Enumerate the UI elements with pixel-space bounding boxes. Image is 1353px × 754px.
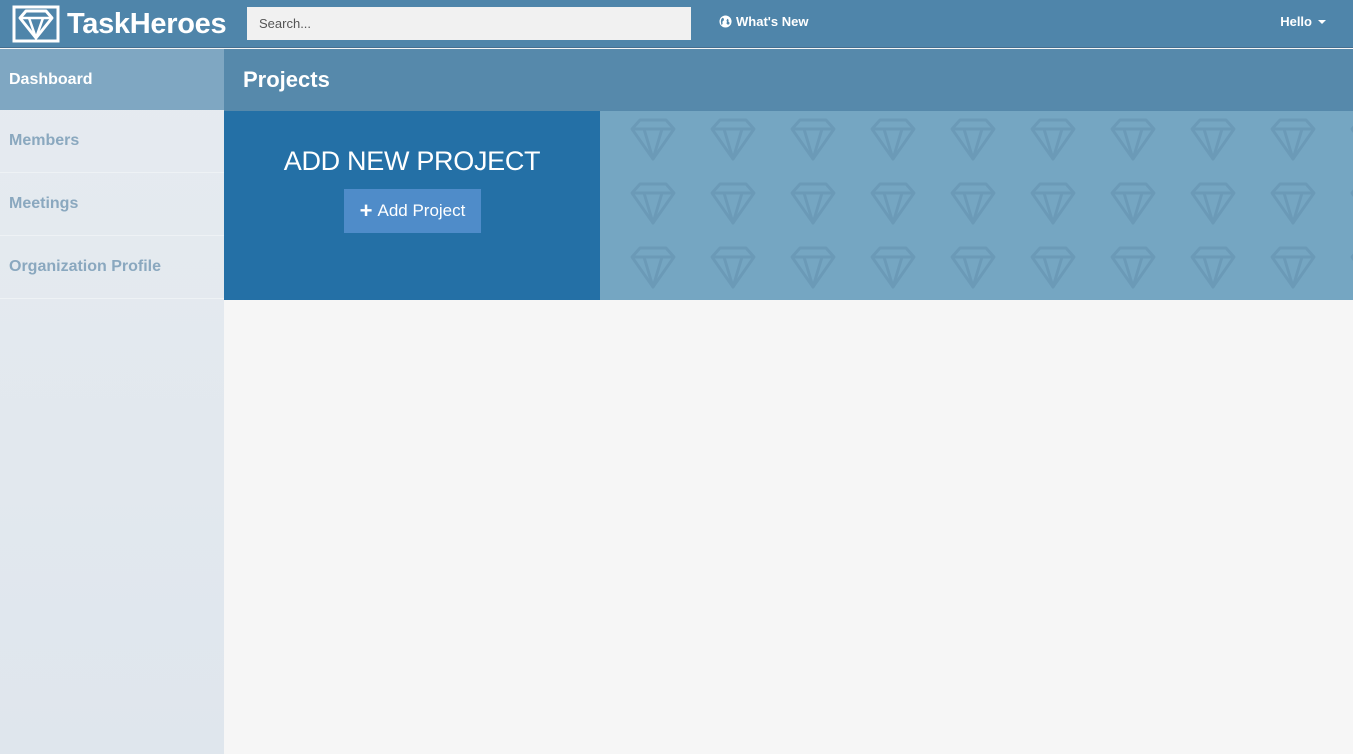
user-menu-dropdown[interactable]: Hello bbox=[1280, 14, 1326, 29]
content-header: Projects bbox=[224, 49, 1353, 111]
sidebar-item-label: Meetings bbox=[9, 195, 79, 212]
globe-icon bbox=[719, 15, 732, 28]
add-project-heading: ADD NEW PROJECT bbox=[283, 146, 541, 176]
app-name: TaskHeroes bbox=[67, 7, 227, 40]
sidebar-item-dashboard[interactable]: Dashboard bbox=[0, 49, 224, 110]
app-logo[interactable]: TaskHeroes bbox=[12, 5, 227, 43]
page-title: Projects bbox=[243, 67, 330, 92]
sidebar-item-meetings[interactable]: Meetings bbox=[0, 173, 224, 236]
add-project-button[interactable]: + Add Project bbox=[344, 189, 481, 233]
user-menu-label: Hello bbox=[1280, 14, 1312, 29]
diamond-pattern-banner bbox=[600, 111, 1353, 300]
plus-icon: + bbox=[359, 198, 373, 223]
diamond-logo-icon bbox=[12, 5, 60, 43]
sidebar-item-label: Organization Profile bbox=[9, 258, 162, 275]
sidebar-item-label: Dashboard bbox=[9, 70, 93, 88]
sidebar-item-organization-profile[interactable]: Organization Profile bbox=[0, 236, 224, 299]
top-navbar: TaskHeroes What's New Hello bbox=[0, 0, 1353, 48]
caret-down-icon bbox=[1318, 19, 1326, 24]
search-input[interactable] bbox=[247, 7, 691, 40]
sidebar-item-members[interactable]: Members bbox=[0, 110, 224, 173]
sidebar-item-label: Members bbox=[9, 132, 80, 149]
diamond-pattern-icon bbox=[600, 111, 1353, 300]
add-project-button-label: Add Project bbox=[377, 201, 466, 220]
add-project-panel: ADD NEW PROJECT + Add Project bbox=[224, 111, 600, 300]
sidebar: Dashboard Members Meetings Organization … bbox=[0, 49, 224, 754]
whats-new-link[interactable]: What's New bbox=[719, 14, 808, 29]
whats-new-label: What's New bbox=[736, 14, 809, 29]
